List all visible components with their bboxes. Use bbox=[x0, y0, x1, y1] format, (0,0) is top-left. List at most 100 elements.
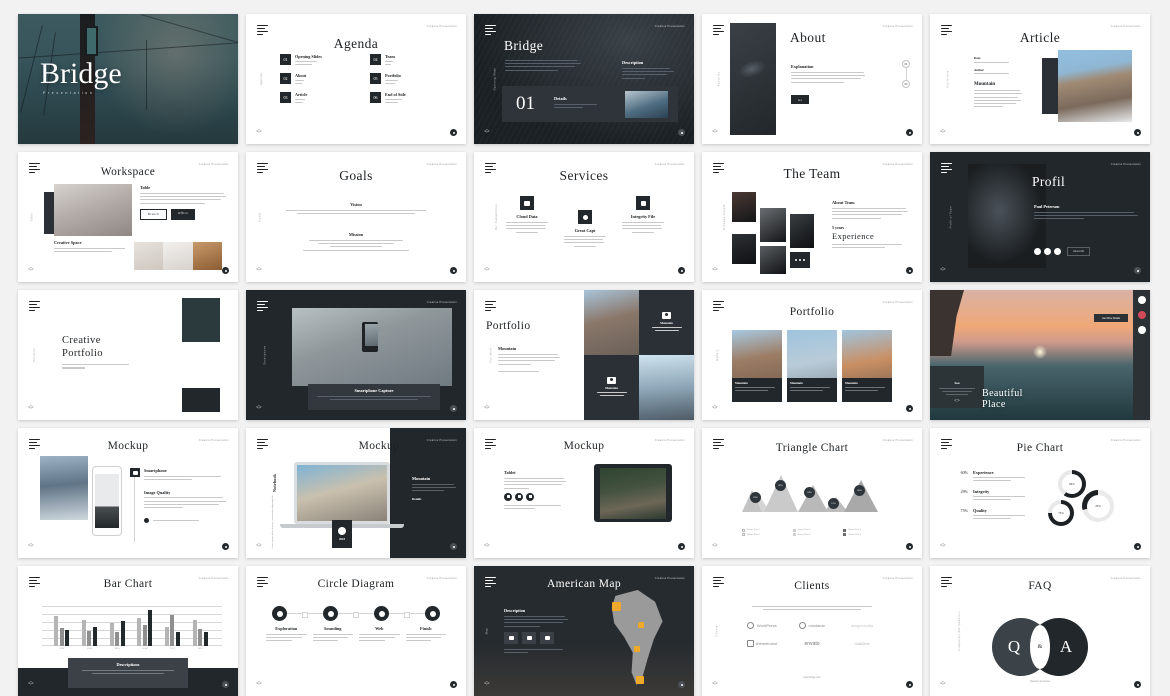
about-me-badge[interactable]: About Me bbox=[1067, 247, 1091, 256]
menu-icon[interactable] bbox=[713, 439, 724, 451]
menu-icon[interactable] bbox=[713, 577, 724, 589]
menu-icon[interactable] bbox=[29, 577, 40, 589]
client-logo[interactable]: WordPress bbox=[740, 622, 784, 629]
side-toolbar[interactable] bbox=[1133, 290, 1150, 420]
slide-faq[interactable]: Creative Presentation Frequently Ask Que… bbox=[930, 566, 1150, 696]
action-button[interactable] bbox=[222, 267, 229, 274]
menu-icon[interactable] bbox=[257, 439, 268, 451]
portfolio-tile[interactable]: Mountain Lorem ipsum dolor sit amet cons… bbox=[639, 290, 694, 355]
social-links[interactable] bbox=[1034, 248, 1061, 255]
slide-clients[interactable]: Creative Presentation Clients Clients Lo… bbox=[702, 566, 922, 696]
agenda-item[interactable]: 06 End of Side bbox=[370, 92, 446, 105]
action-button[interactable] bbox=[1134, 267, 1141, 274]
nav-arrows[interactable]: <> bbox=[28, 405, 34, 411]
icon-row[interactable] bbox=[504, 492, 566, 501]
client-logo[interactable]: envato bbox=[790, 640, 834, 647]
slide-circle-diagram[interactable]: Creative Presentation Circle Diagram Exp… bbox=[246, 566, 466, 696]
bar-group[interactable] bbox=[109, 621, 125, 646]
action-button[interactable] bbox=[678, 129, 685, 136]
menu-icon[interactable] bbox=[485, 163, 496, 175]
slide-american-map[interactable]: Creative Presentation Map American Map D… bbox=[474, 566, 694, 696]
menu-icon[interactable] bbox=[713, 25, 724, 37]
action-button[interactable] bbox=[450, 543, 457, 550]
client-logo[interactable]: OakDive bbox=[840, 640, 884, 647]
nav-arrows[interactable]: <> bbox=[28, 267, 34, 273]
client-logo[interactable]: mixdanar bbox=[790, 622, 834, 629]
chart-marker[interactable]: 18% bbox=[750, 492, 761, 503]
slide-team[interactable]: Creative Presentation Creative People Th… bbox=[702, 152, 922, 282]
menu-icon[interactable] bbox=[29, 163, 40, 175]
portfolio-tile[interactable]: Mountain Lorem ipsum dolor sit amet cons… bbox=[584, 355, 639, 420]
menu-icon[interactable] bbox=[713, 163, 724, 175]
chart-marker[interactable]: 32% bbox=[775, 480, 786, 491]
action-button[interactable] bbox=[678, 267, 685, 274]
slide-mockup-tablet[interactable]: Creative Presentation Mockup Tablet Lore… bbox=[474, 428, 694, 558]
step-one[interactable]: 01 bbox=[902, 60, 910, 68]
nav-arrows[interactable]: <> bbox=[28, 543, 34, 549]
menu-icon[interactable] bbox=[941, 163, 952, 175]
action-button[interactable] bbox=[906, 543, 913, 550]
slide-creative-portfolio[interactable]: Portfolio Creative Portfolio Lorem ipsum… bbox=[18, 290, 238, 420]
action-button[interactable] bbox=[906, 129, 913, 136]
map-pin[interactable] bbox=[638, 622, 644, 628]
menu-icon[interactable] bbox=[257, 25, 268, 37]
agenda-item[interactable]: 03 Article bbox=[280, 92, 356, 105]
nav-arrows[interactable]: <> bbox=[256, 267, 262, 273]
menu-icon[interactable] bbox=[257, 301, 268, 313]
slide-article[interactable]: Creative Presentation Our Article Articl… bbox=[930, 14, 1150, 144]
portfolio-card[interactable]: Mountain Lorem ipsum dolor sit amet, con… bbox=[732, 330, 782, 402]
step-indicator[interactable]: 01 02 bbox=[902, 60, 910, 88]
nav-arrows[interactable]: <> bbox=[712, 543, 718, 549]
slide-goals[interactable]: Creative Presentation Goals Goals Vision… bbox=[246, 152, 466, 282]
menu-icon[interactable] bbox=[485, 439, 496, 451]
chart-marker[interactable]: 24% bbox=[804, 487, 815, 498]
slide-mockup-phone[interactable]: Creative Presentation Mockup Smartphone … bbox=[18, 428, 238, 558]
map-pin[interactable] bbox=[612, 602, 621, 611]
action-button[interactable] bbox=[1134, 129, 1141, 136]
service-card[interactable]: Great Capt Lorem ipsum dolor sit amet, c… bbox=[564, 210, 606, 249]
globe-icon[interactable] bbox=[374, 606, 389, 621]
bar-group[interactable] bbox=[137, 610, 153, 646]
slide-services[interactable]: Creative Presentation Our Capabilities S… bbox=[474, 152, 694, 282]
action-button[interactable] bbox=[906, 267, 913, 274]
slide-bridge-dark[interactable]: Creative Presentation Opening Slide Brid… bbox=[474, 14, 694, 144]
nav-arrows[interactable]: <> bbox=[712, 405, 718, 411]
action-button[interactable] bbox=[678, 543, 685, 550]
action-button[interactable] bbox=[222, 681, 229, 688]
chart-marker[interactable]: 26% bbox=[854, 485, 865, 496]
portfolio-card[interactable]: Mountain Lorem ipsum dolor sit amet, con… bbox=[842, 330, 892, 402]
slide-profil[interactable]: Creative Presentation Profil of Team Pro… bbox=[930, 152, 1150, 282]
more-photos-button[interactable] bbox=[790, 252, 810, 268]
action-button[interactable] bbox=[1134, 681, 1141, 688]
action-button[interactable] bbox=[450, 681, 457, 688]
flag-icon[interactable] bbox=[425, 606, 440, 621]
nav-arrows[interactable]: <> bbox=[256, 129, 262, 135]
action-button[interactable] bbox=[906, 681, 913, 688]
menu-icon[interactable] bbox=[257, 163, 268, 175]
menu-icon[interactable] bbox=[713, 301, 724, 313]
service-card[interactable]: Cloud Data Lorem ipsum dolor sit amet, c… bbox=[506, 196, 548, 235]
chart-marker[interactable]: 12% bbox=[828, 498, 839, 509]
menu-icon[interactable] bbox=[29, 439, 40, 451]
nav-arrows[interactable]: <> bbox=[484, 267, 490, 273]
action-button[interactable] bbox=[1134, 543, 1141, 550]
action-button[interactable] bbox=[222, 543, 229, 550]
menu-icon[interactable] bbox=[485, 301, 496, 313]
action-button[interactable] bbox=[450, 267, 457, 274]
agenda-item[interactable]: 01 Opening Slides bbox=[280, 54, 356, 67]
nav-arrows[interactable]: <> bbox=[940, 129, 946, 135]
agenda-item[interactable]: 04 Team bbox=[370, 54, 446, 67]
slide-mockup-notebook[interactable]: Creative Presentation Mockup Notebook Lo… bbox=[246, 428, 466, 558]
slide-bar-chart[interactable]: Creative Presentation Bar Chart 2013 201… bbox=[18, 566, 238, 696]
branch-button[interactable]: Branch bbox=[140, 208, 168, 220]
nav-arrows[interactable]: <> bbox=[940, 267, 946, 273]
menu-icon[interactable] bbox=[941, 25, 952, 37]
slide-workspace[interactable]: Creative Presentation Table Workspace Ta… bbox=[18, 152, 238, 282]
slide-agenda[interactable]: Creative Presentation Agenda Agenda 01 O… bbox=[246, 14, 466, 144]
service-card[interactable]: Integrity File Lorem ipsum dolor sit ame… bbox=[622, 196, 664, 235]
menu-icon[interactable] bbox=[257, 577, 268, 589]
nav-arrows[interactable]: <> bbox=[712, 681, 718, 687]
slide-pie-chart[interactable]: Creative Presentation Pie Chart 60% Expe… bbox=[930, 428, 1150, 558]
bar-group[interactable] bbox=[54, 616, 70, 646]
agenda-item[interactable]: 02 About bbox=[280, 73, 356, 86]
